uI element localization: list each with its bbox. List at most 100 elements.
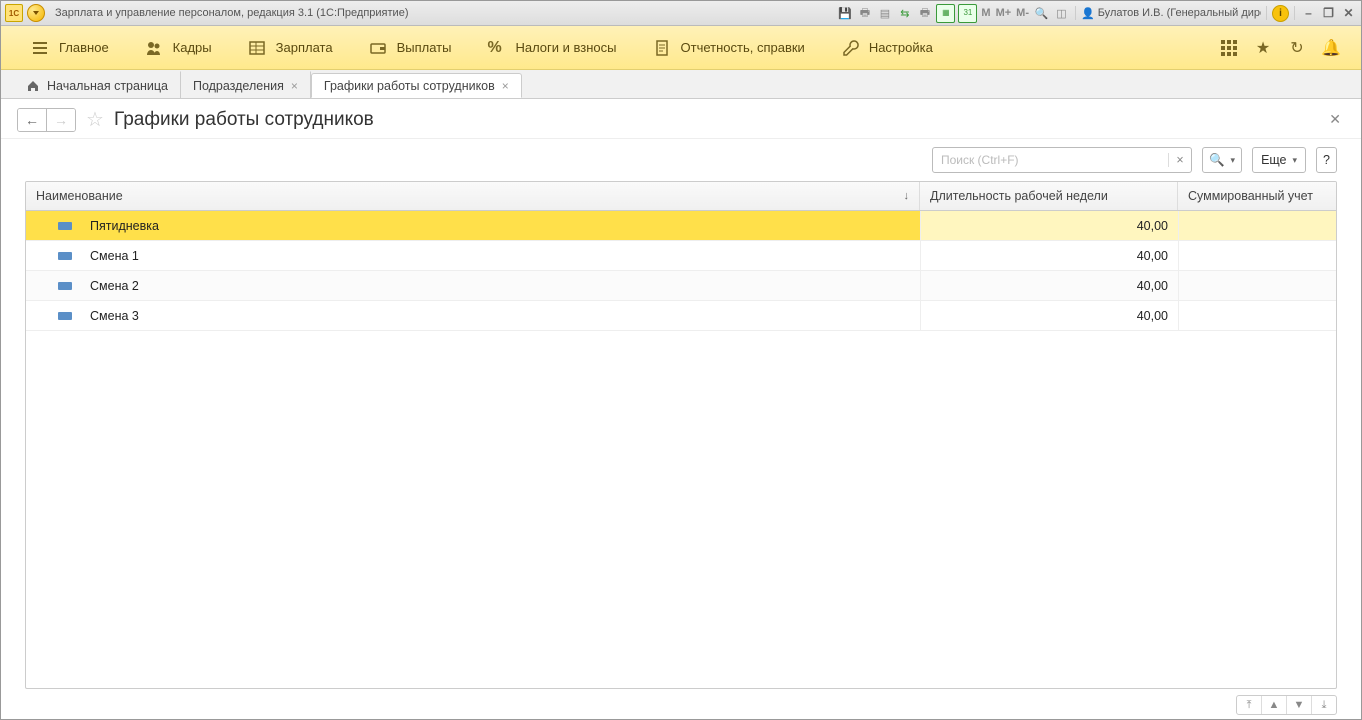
menu-kadry-label: Кадры: [173, 40, 212, 55]
window-close[interactable]: ✕: [1340, 6, 1357, 20]
col-summarized-label: Суммированный учет: [1188, 189, 1313, 203]
schedules-table: Наименование ↓ Длительность рабочей неде…: [25, 181, 1337, 689]
table-row[interactable]: Смена 3 40,00: [26, 301, 1336, 331]
window-title: Зарплата и управление персоналом, редакц…: [55, 7, 408, 19]
calendar-icon[interactable]: ▦: [936, 4, 955, 23]
table-icon: [248, 39, 266, 57]
tab-close-icon[interactable]: ×: [291, 79, 298, 93]
search-box[interactable]: ×: [932, 147, 1192, 173]
nav-last-button[interactable]: ⤓: [1312, 696, 1336, 714]
search-settings-button[interactable]: 🔍▾: [1202, 147, 1242, 173]
page-title: Графики работы сотрудников: [114, 109, 374, 131]
current-user-label: Булатов И.В. (Генеральный дирек...: [1098, 7, 1261, 19]
menu-zarplata[interactable]: Зарплата: [230, 26, 351, 69]
menu-vyplaty-label: Выплаты: [397, 40, 452, 55]
tab-grafiki-label: Графики работы сотрудников: [324, 79, 495, 93]
table-row[interactable]: Пятидневка 40,00: [26, 211, 1336, 241]
tab-podrazdeleniya-label: Подразделения: [193, 79, 284, 93]
page-close-button[interactable]: ✕: [1325, 107, 1345, 132]
list-toolbar: × 🔍▾ Еще ▾ ?: [1, 139, 1361, 181]
page-header: ← → ☆ Графики работы сотрудников ✕: [1, 99, 1361, 139]
tab-grafiki[interactable]: Графики работы сотрудников ×: [311, 73, 522, 98]
doc-icon[interactable]: ▤: [876, 5, 893, 22]
magnifier-icon: 🔍: [1209, 153, 1225, 168]
panels-icon[interactable]: ◫: [1053, 5, 1070, 22]
memory-mplus[interactable]: M+: [995, 7, 1013, 19]
current-user[interactable]: 👤 Булатов И.В. (Генеральный дирек...: [1081, 7, 1261, 20]
apps-grid-icon[interactable]: [1219, 38, 1239, 58]
cell-duration: 40,00: [920, 301, 1178, 330]
wallet-icon: [369, 39, 387, 57]
menu-nastroika[interactable]: Настройка: [823, 26, 951, 69]
table-row[interactable]: Смена 2 40,00: [26, 271, 1336, 301]
item-icon: [58, 252, 72, 260]
menu-otchet[interactable]: Отчетность, справки: [635, 26, 823, 69]
caret-down-icon: ▾: [1293, 155, 1298, 166]
cell-name: Смена 1: [26, 241, 920, 270]
cell-name: Пятидневка: [26, 211, 920, 240]
menu-main[interactable]: Главное: [13, 26, 127, 69]
col-name-header[interactable]: Наименование ↓: [26, 182, 920, 210]
item-icon: [58, 312, 72, 320]
search-input[interactable]: [933, 153, 1168, 167]
col-duration-header[interactable]: Длительность рабочей недели: [920, 182, 1178, 210]
print2-icon[interactable]: 🖶: [916, 5, 933, 22]
menu-otchet-label: Отчетность, справки: [681, 40, 805, 55]
more-button[interactable]: Еще ▾: [1252, 147, 1306, 173]
nav-back-button[interactable]: ←: [18, 109, 46, 131]
memory-m[interactable]: M: [980, 7, 991, 19]
cell-duration: 40,00: [920, 211, 1178, 240]
tab-podrazdeleniya[interactable]: Подразделения ×: [181, 71, 311, 99]
compare-icon[interactable]: ⇆: [896, 5, 913, 22]
nav-forward-button[interactable]: →: [46, 109, 75, 131]
table-row[interactable]: Смена 140,00: [26, 241, 1336, 271]
more-button-label: Еще: [1261, 153, 1286, 167]
cell-name: Смена 3: [26, 301, 920, 330]
cell-summarized: [1178, 241, 1336, 270]
table-header: Наименование ↓ Длительность рабочей неде…: [26, 182, 1336, 211]
favorite-toggle-icon[interactable]: ☆: [84, 109, 106, 131]
menu-nalogi-label: Налоги и взносы: [515, 40, 616, 55]
zoom-icon[interactable]: 🔍: [1033, 5, 1050, 22]
memory-mminus[interactable]: M-: [1015, 7, 1030, 19]
hamburger-icon: [31, 39, 49, 57]
home-icon: [26, 79, 40, 93]
cell-summarized: [1178, 211, 1336, 240]
info-icon[interactable]: i: [1272, 5, 1289, 22]
tab-close-icon[interactable]: ×: [502, 79, 509, 93]
print-icon[interactable]: 🖶: [856, 5, 873, 22]
nav-first-button[interactable]: ⤒: [1237, 696, 1262, 714]
title-bar: 1C Зарплата и управление персоналом, ред…: [1, 1, 1361, 26]
people-icon: [145, 39, 163, 57]
cell-name-text: Смена 3: [90, 309, 139, 323]
help-button-label: ?: [1323, 153, 1330, 167]
tab-home[interactable]: Начальная страница: [7, 71, 181, 99]
percent-icon: %: [487, 39, 505, 57]
favorites-star-icon[interactable]: ★: [1253, 38, 1273, 58]
save-icon[interactable]: 💾: [836, 5, 853, 22]
table-nav-footer: ⤒ ▲ ▼ ⤓: [1236, 695, 1337, 715]
menu-kadry[interactable]: Кадры: [127, 26, 230, 69]
app-menu-dropdown[interactable]: [27, 4, 45, 22]
user-icon: 👤: [1081, 7, 1095, 20]
window-minimize[interactable]: –: [1300, 6, 1317, 20]
history-icon[interactable]: ↻: [1287, 38, 1307, 58]
main-menu: Главное Кадры Зарплата Выплаты % Налоги …: [1, 26, 1361, 70]
search-clear-button[interactable]: ×: [1168, 153, 1191, 167]
nav-down-button[interactable]: ▼: [1287, 696, 1312, 714]
menu-nalogi[interactable]: % Налоги и взносы: [469, 26, 634, 69]
nav-up-button[interactable]: ▲: [1262, 696, 1287, 714]
cell-name-text: Смена 2: [90, 279, 139, 293]
cell-summarized: [1178, 271, 1336, 300]
nav-buttons: ← →: [17, 108, 76, 132]
menu-vyplaty[interactable]: Выплаты: [351, 26, 470, 69]
report-icon: [653, 39, 671, 57]
cell-duration: 40,00: [920, 271, 1178, 300]
calendar31-icon[interactable]: 31: [958, 4, 977, 23]
window-restore[interactable]: ❐: [1320, 6, 1337, 20]
cell-name-text: Пятидневка: [90, 219, 159, 233]
cell-name: Смена 2: [26, 271, 920, 300]
col-summarized-header[interactable]: Суммированный учет: [1178, 182, 1336, 210]
help-button[interactable]: ?: [1316, 147, 1337, 173]
notifications-bell-icon[interactable]: 🔔: [1321, 38, 1341, 58]
